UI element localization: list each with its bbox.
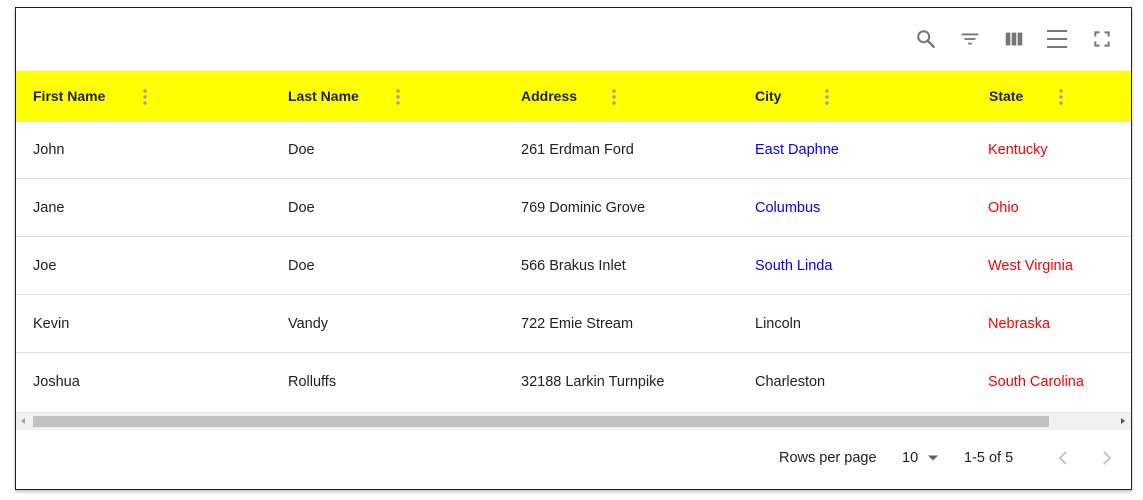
cell-address: 566 Brakus Inlet — [521, 257, 626, 274]
cell-city: South Linda — [755, 257, 833, 274]
column-header-label: City — [755, 88, 782, 104]
next-page-button[interactable] — [1096, 447, 1118, 469]
previous-page-button[interactable] — [1052, 447, 1074, 469]
more-vert-icon — [612, 89, 616, 105]
filter-button[interactable] — [957, 26, 983, 52]
dropdown-arrow-icon — [928, 455, 939, 461]
cell-first-name: Jane — [33, 199, 65, 216]
cell-city: Charleston — [755, 373, 826, 390]
column-header-last-name[interactable]: Last Name — [288, 71, 359, 121]
column-menu-button[interactable] — [1053, 88, 1069, 106]
column-header-city[interactable]: City — [755, 71, 781, 121]
cell-first-name: Kevin — [33, 315, 70, 332]
cell-last-name: Doe — [288, 141, 315, 158]
rows-per-page-select[interactable]: 10 — [902, 430, 939, 486]
column-menu-button[interactable] — [606, 88, 622, 106]
column-header-label: Last Name — [288, 88, 359, 104]
fullscreen-icon — [1094, 31, 1110, 47]
table-row[interactable]: Kevin Vandy 722 Emie Stream Lincoln Nebr… — [16, 295, 1131, 353]
density-icon — [1047, 30, 1067, 48]
table-header-row: First Name Last Name Address City State — [16, 71, 1131, 122]
cell-first-name: Joshua — [33, 373, 80, 390]
cell-state: Ohio — [988, 199, 1019, 216]
chevron-right-icon — [1103, 451, 1112, 465]
column-header-label: Address — [521, 88, 578, 104]
cell-first-name: Joe — [33, 257, 57, 274]
table-row[interactable]: Jane Doe 769 Dominic Grove Columbus Ohio — [16, 179, 1131, 237]
table-row[interactable]: Joshua Rolluffs 32188 Larkin Turnpike Ch… — [16, 353, 1131, 410]
scroll-right-arrow-icon[interactable] — [1121, 418, 1125, 424]
table-toolbar — [16, 8, 1131, 70]
cell-address: 722 Emie Stream — [521, 315, 634, 332]
cell-first-name: John — [33, 141, 65, 158]
column-header-state[interactable]: State — [989, 71, 1023, 121]
more-vert-icon — [825, 89, 829, 105]
data-table-card: First Name Last Name Address City State — [15, 7, 1132, 490]
more-vert-icon — [1059, 89, 1063, 105]
density-button[interactable] — [1044, 26, 1070, 52]
rows-per-page-value: 10 — [902, 450, 919, 466]
view-columns-button[interactable] — [1001, 26, 1027, 52]
column-menu-button[interactable] — [137, 88, 153, 106]
cell-address: 769 Dominic Grove — [521, 199, 646, 216]
rows-per-page-label: Rows per page — [779, 450, 877, 466]
cell-state: Nebraska — [988, 315, 1051, 332]
cell-state: South Carolina — [988, 373, 1084, 390]
column-menu-button[interactable] — [390, 88, 406, 106]
table-row[interactable]: Joe Doe 566 Brakus Inlet South Linda Wes… — [16, 237, 1131, 295]
cell-state: Kentucky — [988, 141, 1048, 158]
pagination-range: 1-5 of 5 — [964, 450, 1014, 466]
cell-city: Lincoln — [755, 315, 801, 332]
cell-last-name: Doe — [288, 257, 315, 274]
fullscreen-button[interactable] — [1089, 26, 1115, 52]
search-button[interactable] — [913, 26, 939, 52]
scrollbar-thumb[interactable] — [33, 416, 1049, 427]
horizontal-scrollbar[interactable] — [16, 412, 1131, 430]
more-vert-icon — [143, 89, 147, 105]
table-row[interactable]: John Doe 261 Erdman Ford East Daphne Ken… — [16, 121, 1131, 179]
column-header-label: State — [989, 88, 1024, 104]
cell-last-name: Doe — [288, 199, 315, 216]
scroll-left-arrow-icon[interactable] — [21, 418, 25, 424]
chevron-left-icon — [1058, 451, 1067, 465]
column-header-first-name[interactable]: First Name — [33, 71, 105, 121]
cell-address: 32188 Larkin Turnpike — [521, 373, 665, 390]
cell-address: 261 Erdman Ford — [521, 141, 634, 158]
filter-icon — [961, 33, 979, 45]
more-vert-icon — [396, 89, 400, 105]
cell-last-name: Vandy — [288, 315, 329, 332]
column-header-address[interactable]: Address — [521, 71, 577, 121]
view-columns-icon — [1005, 32, 1023, 46]
column-menu-button[interactable] — [819, 88, 835, 106]
pagination-bar: Rows per page 10 1-5 of 5 — [16, 430, 1131, 489]
column-header-label: First Name — [33, 88, 106, 104]
cell-state: West Virginia — [988, 257, 1073, 274]
cell-last-name: Rolluffs — [288, 373, 337, 390]
cell-city: East Daphne — [755, 141, 839, 158]
search-icon — [917, 30, 935, 48]
table-body: John Doe 261 Erdman Ford East Daphne Ken… — [16, 121, 1131, 410]
cell-city: Columbus — [755, 199, 821, 216]
